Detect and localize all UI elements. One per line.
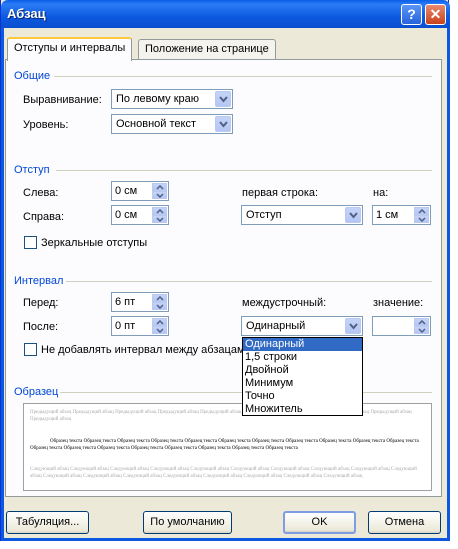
general-divider [54, 76, 432, 77]
after-value: 0 пт [115, 320, 136, 332]
no-space-label: Не добавлять интервал между абзацами [41, 344, 251, 356]
option-one-half[interactable]: 1,5 строки [243, 351, 362, 364]
line-spacing-value: Одинарный [246, 320, 306, 332]
right-indent-value: 0 см [115, 209, 138, 221]
spin-up-icon[interactable] [152, 183, 167, 191]
first-line-select[interactable]: Отступ [241, 205, 363, 225]
after-label: После: [23, 321, 59, 333]
before-label: Перед: [23, 297, 59, 309]
option-at-least[interactable]: Минимум [243, 377, 362, 390]
preview-next-paragraph: Следующий абзац Следующий абзац Следующи… [30, 467, 417, 479]
title-bar[interactable]: Абзац ? ✕ [1, 0, 450, 28]
no-space-checkbox[interactable] [24, 343, 37, 356]
spin-up-icon[interactable] [414, 207, 429, 215]
spin-up-icon[interactable] [152, 207, 167, 215]
indent-divider [56, 170, 432, 171]
by-spinner[interactable]: 1 см [372, 205, 431, 225]
spacing-divider [66, 281, 432, 282]
page-background [0, 541, 458, 549]
before-value: 6 пт [115, 296, 136, 308]
indent-legend: Отступ [14, 164, 50, 176]
general-legend: Общие [14, 70, 51, 82]
chevron-down-icon[interactable] [215, 91, 231, 107]
right-indent-label: Справа: [23, 211, 65, 223]
line-spacing-label: междустрочный: [242, 297, 327, 309]
preview-legend: Образец [14, 386, 59, 398]
spin-up-icon[interactable] [152, 294, 167, 302]
level-value: Основной текст [116, 118, 196, 130]
before-spinner[interactable]: 6 пт [111, 292, 169, 312]
chevron-down-icon[interactable] [345, 318, 361, 334]
ok-button[interactable]: OK [283, 511, 356, 534]
after-spinner[interactable]: 0 пт [111, 316, 169, 336]
spin-up-icon[interactable] [152, 318, 167, 326]
by-label: на: [373, 187, 389, 199]
left-indent-label: Слева: [23, 187, 59, 199]
line-spacing-select[interactable]: Одинарный [241, 316, 363, 336]
spin-down-icon[interactable] [414, 215, 429, 223]
alignment-label: Выравнивание: [23, 94, 102, 106]
line-spacing-dropdown: Одинарный 1,5 строки Двойной Минимум Точ… [242, 337, 363, 416]
left-indent-value: 0 см [115, 185, 138, 197]
spin-down-icon[interactable] [152, 302, 167, 310]
right-indent-spinner[interactable]: 0 см [111, 205, 169, 225]
preview-previous-paragraph: Предыдущий абзац Предыдущий абзац Предыд… [30, 410, 412, 422]
window-title: Абзац [7, 6, 46, 21]
by-value: 1 см [376, 209, 399, 221]
close-button[interactable]: ✕ [425, 4, 446, 25]
spin-down-icon[interactable] [414, 326, 429, 334]
alignment-select[interactable]: По левому краю [111, 89, 233, 109]
first-line-label: первая строка: [242, 187, 319, 199]
alignment-value: По левому краю [116, 93, 199, 105]
option-single[interactable]: Одинарный [243, 338, 362, 351]
level-label: Уровень: [23, 119, 69, 131]
option-exactly[interactable]: Точно [243, 390, 362, 403]
first-line-value: Отступ [246, 209, 282, 221]
spin-down-icon[interactable] [152, 191, 167, 199]
tab-page-position[interactable]: Положение на странице [138, 39, 276, 59]
set-default-button[interactable]: По умолчанию [143, 511, 232, 534]
help-button[interactable]: ? [401, 4, 422, 25]
mirror-indents-checkbox[interactable] [24, 236, 37, 249]
preview-sample-paragraph: Образец текста Образец текста Образец те… [30, 439, 419, 451]
option-multiple[interactable]: Множитель [243, 403, 362, 416]
spin-up-icon[interactable] [414, 318, 429, 326]
cancel-button[interactable]: Отмена [368, 511, 441, 534]
option-double[interactable]: Двойной [243, 364, 362, 377]
spacing-legend: Интервал [14, 275, 64, 287]
spin-down-icon[interactable] [152, 215, 167, 223]
at-spinner[interactable] [372, 316, 431, 336]
level-select[interactable]: Основной текст [111, 114, 233, 134]
tab-indents-spacing[interactable]: Отступы и интервалы [7, 37, 133, 61]
mirror-indents-label: Зеркальные отступы [41, 237, 148, 249]
preview-box: Предыдущий абзац Предыдущий абзац Предыд… [23, 403, 432, 491]
chevron-down-icon[interactable] [215, 116, 231, 132]
at-label: значение: [373, 297, 424, 309]
tabs-button[interactable]: Табуляция... [6, 511, 89, 534]
left-indent-spinner[interactable]: 0 см [111, 181, 169, 201]
chevron-down-icon[interactable] [345, 207, 361, 223]
spin-down-icon[interactable] [152, 326, 167, 334]
